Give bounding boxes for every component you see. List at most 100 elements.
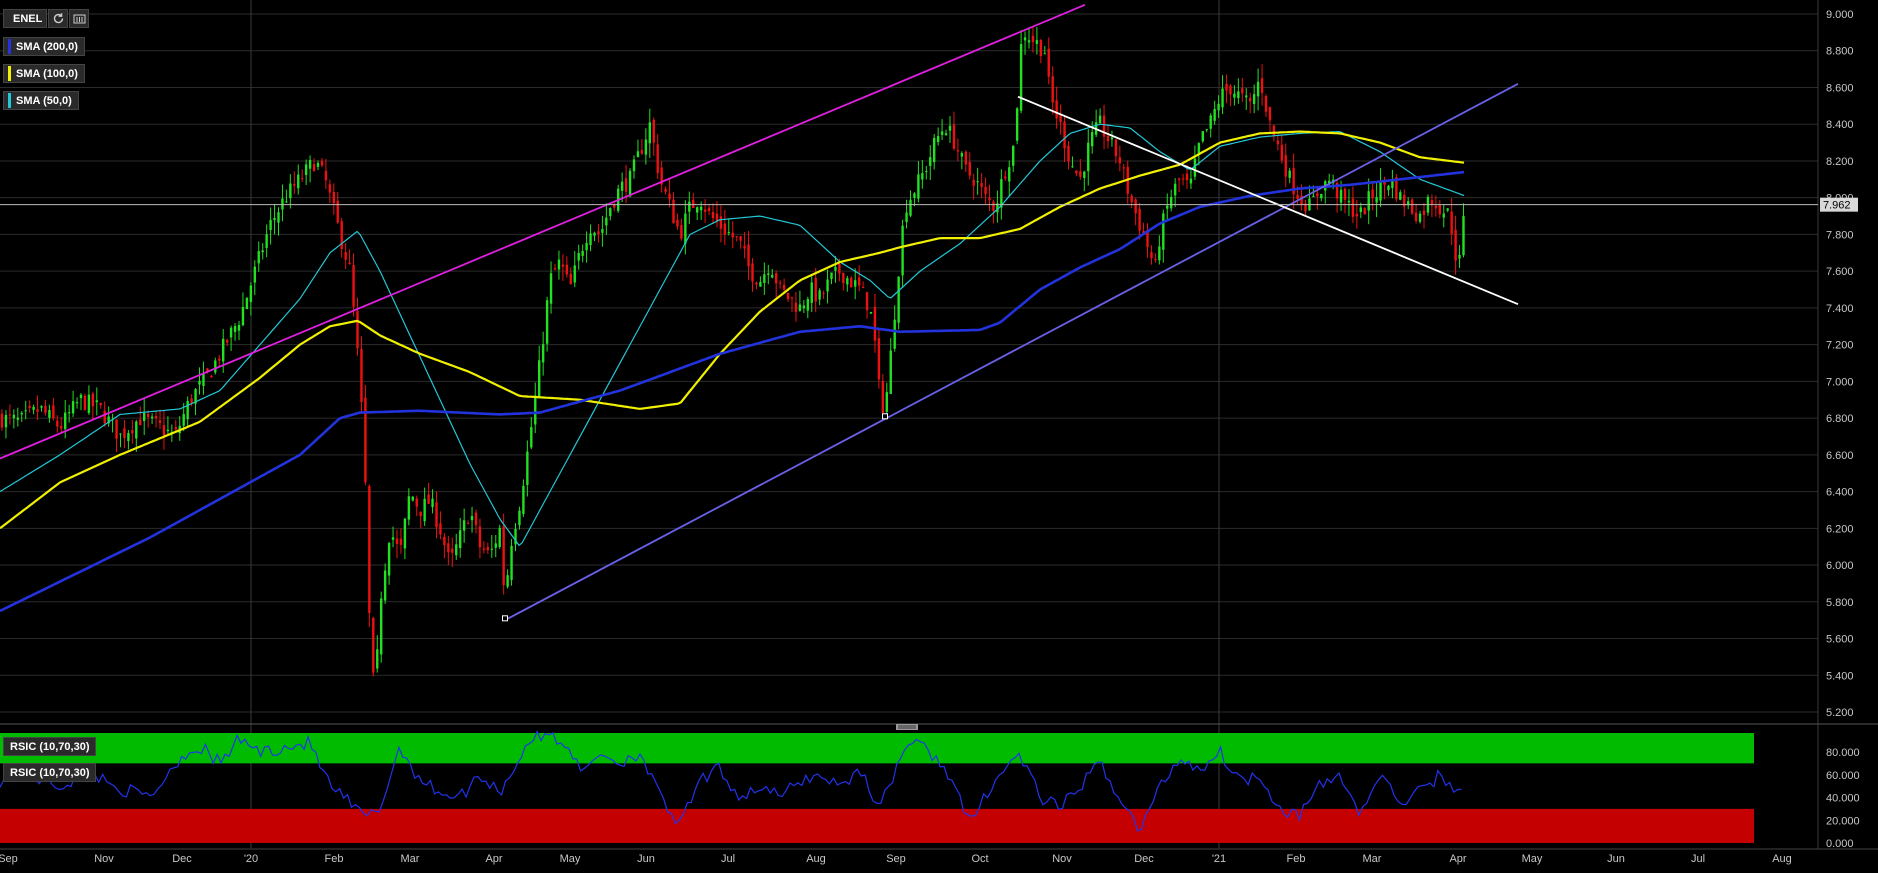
candle-body	[830, 272, 833, 280]
candle-body	[1264, 96, 1268, 112]
candle-body	[699, 206, 703, 211]
candle-body	[210, 375, 213, 378]
candle-body	[960, 153, 964, 157]
trendline-anchor-handle	[882, 413, 888, 420]
candle-body	[747, 244, 750, 267]
candle-body	[1379, 182, 1382, 201]
candle-body	[1201, 131, 1204, 142]
month-tick-label: Sep	[886, 853, 906, 865]
candle-body	[786, 292, 790, 299]
candle-body	[652, 119, 655, 143]
candle-body	[763, 274, 766, 283]
refresh-icon[interactable]	[48, 9, 68, 28]
ticker-legend[interactable]: ENEL	[3, 9, 47, 28]
candle-body	[119, 433, 122, 435]
candle-body	[336, 200, 339, 223]
month-tick-label: Jun	[637, 853, 655, 865]
candle-body	[28, 405, 31, 409]
candle-body	[636, 151, 640, 158]
candle-body	[1252, 94, 1256, 104]
candle-body	[75, 402, 79, 404]
month-tick-label: Mar	[401, 853, 420, 865]
rsi-legend-2[interactable]: RSIC (10,70,30)	[3, 763, 97, 782]
candle-body	[692, 199, 695, 209]
candle-body	[703, 209, 707, 212]
candle-body	[1245, 95, 1248, 98]
candle-body	[980, 183, 983, 188]
month-tick-label: Aug	[806, 853, 826, 865]
candle-body	[1414, 212, 1418, 222]
candle-body	[992, 201, 995, 211]
candle-body	[1173, 183, 1177, 196]
candle-body	[289, 183, 292, 199]
candle-body	[79, 394, 83, 399]
chart-settings-icon[interactable]	[69, 9, 89, 28]
candle-body	[944, 133, 948, 136]
candle-body	[684, 213, 687, 244]
rsi-legend-1[interactable]: RSIC (10,70,30)	[3, 737, 97, 756]
candle-body	[332, 191, 335, 204]
month-tick-label: Dec	[172, 853, 192, 865]
candle-body	[261, 250, 264, 253]
candle-body	[1039, 39, 1043, 57]
candle-body	[952, 124, 956, 149]
candle-body	[798, 304, 802, 311]
candle-body	[229, 327, 233, 338]
candle-body	[403, 518, 407, 549]
candle-body	[921, 173, 924, 180]
candle-body	[648, 122, 651, 144]
candle-body	[1075, 170, 1078, 174]
candle-body	[624, 178, 628, 192]
candle-body	[1229, 85, 1232, 95]
candle-body	[822, 292, 825, 294]
candle-body	[1000, 179, 1003, 208]
candle-body	[265, 234, 268, 248]
candle-body	[225, 339, 229, 343]
candle-body	[24, 410, 27, 412]
candle-body	[806, 299, 809, 311]
month-tick-label: Feb	[325, 853, 344, 865]
candle-body	[427, 494, 430, 504]
candle-body	[881, 381, 885, 413]
sma200-legend[interactable]: SMA (200,0)	[3, 37, 85, 56]
candle-body	[889, 350, 892, 394]
sma50-legend[interactable]: SMA (50,0)	[3, 91, 79, 110]
candle-body	[676, 219, 679, 227]
candle-body	[1418, 213, 1422, 222]
candle-body	[593, 232, 596, 236]
candle-body	[759, 282, 762, 287]
candle-body	[1154, 258, 1157, 260]
candle-body	[1225, 83, 1228, 91]
candle-body	[1363, 208, 1366, 215]
candle-body	[131, 430, 134, 434]
candle-body	[502, 526, 505, 586]
candle-body	[304, 164, 308, 175]
rsi-label-2: RSIC (10,70,30)	[10, 766, 90, 779]
candle-body	[459, 530, 462, 549]
candle-body	[897, 276, 900, 323]
candle-body	[940, 131, 944, 135]
price-chart[interactable]: 9.0008.8008.6008.4008.2008.0007.8007.600…	[0, 0, 1878, 873]
candle-body	[522, 485, 525, 514]
candle-body	[1280, 144, 1283, 161]
candle-body	[1256, 81, 1260, 97]
pane-splitter-handle[interactable]	[896, 724, 918, 730]
rsi-tick-label: 0.000	[1826, 838, 1854, 850]
candle-body	[538, 360, 541, 398]
sma100-legend[interactable]: SMA (100,0)	[3, 64, 85, 83]
month-tick-label: Nov	[1052, 853, 1072, 865]
candle-body	[1004, 176, 1007, 179]
candle-body	[162, 425, 166, 436]
candle-body	[790, 297, 794, 299]
candle-body	[873, 306, 877, 341]
candle-body	[150, 416, 154, 419]
candle-body	[735, 236, 738, 238]
candle-body	[1375, 197, 1378, 203]
candle-body	[846, 278, 849, 285]
candle-body	[328, 184, 332, 193]
candle-body	[1233, 93, 1236, 98]
month-tick-label: Nov	[94, 853, 114, 865]
candle-body	[834, 266, 837, 271]
candle-body	[1454, 229, 1457, 261]
candle-body	[1367, 191, 1370, 211]
